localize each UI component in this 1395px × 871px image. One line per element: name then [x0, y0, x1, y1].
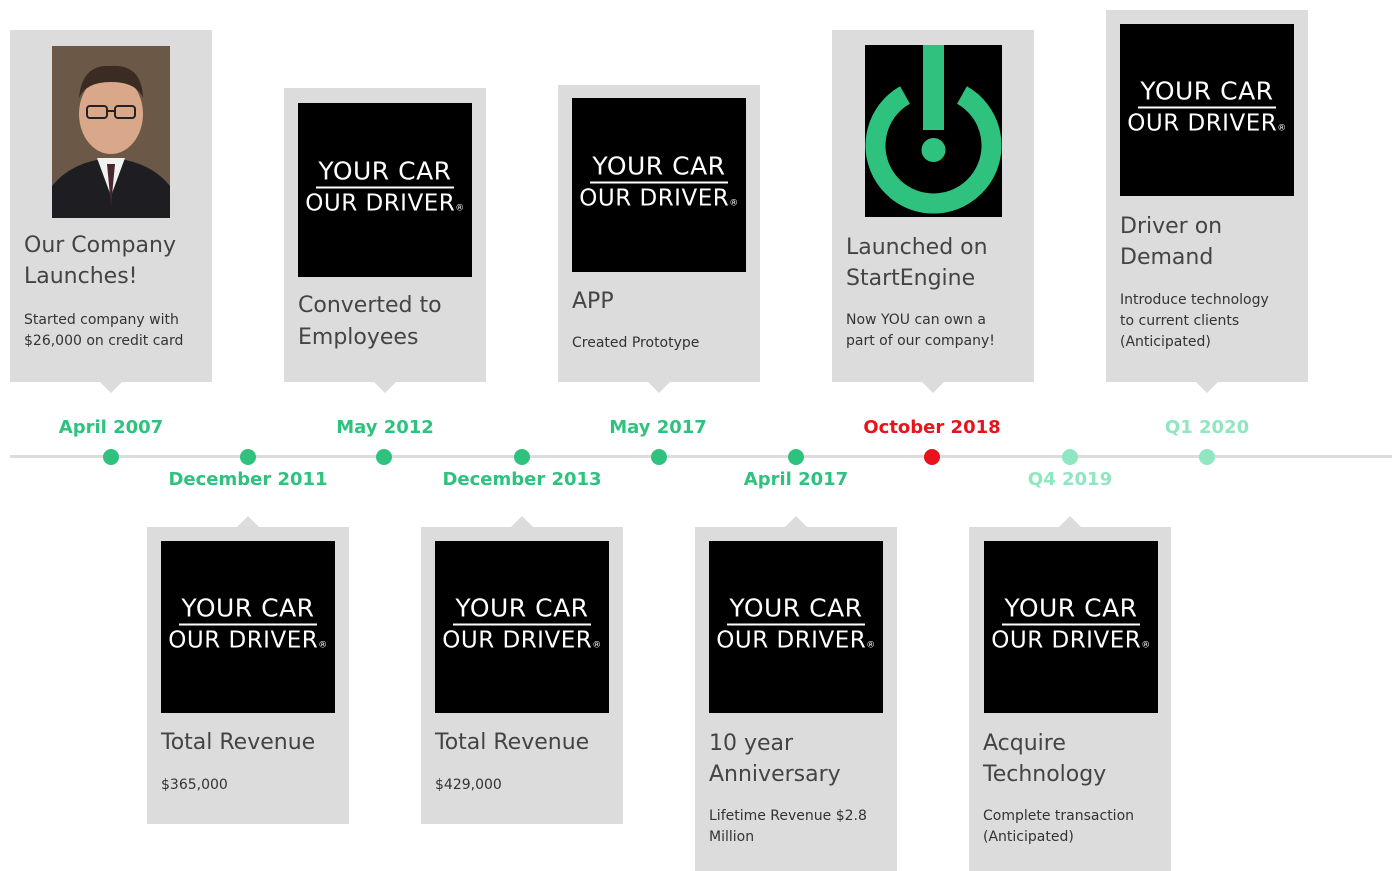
company-logo: YOUR CAR OUR DRIVER®: [572, 98, 746, 272]
event-title-line2: StartEngine: [846, 266, 976, 291]
date-label-december-2011: December 2011: [168, 469, 328, 490]
event-card-may-2012: YOUR CAR OUR DRIVER® Converted to Employe…: [284, 88, 486, 393]
event-card-april-2007: Our Company Launches! Started company wi…: [10, 30, 212, 393]
timeline-dot-december-2011: [240, 449, 256, 465]
founder-photo: [52, 46, 170, 218]
event-description-line2: $26,000 on credit card: [24, 333, 184, 349]
event-card-q1-2020: YOUR CAR OUR DRIVER® Driver on Demand Int…: [1106, 10, 1308, 393]
event-title: Total Revenue: [161, 730, 316, 755]
event-description-line2: (Anticipated): [983, 829, 1074, 845]
timeline-dot-october-2018: [924, 449, 940, 465]
event-description: Introduce technology: [1120, 292, 1269, 308]
event-description: $365,000: [161, 777, 228, 793]
event-title: Converted to: [298, 293, 442, 318]
date-label-may-2012: May 2012: [336, 417, 434, 438]
timeline-dot-december-2013: [514, 449, 530, 465]
startengine-power-icon: [865, 45, 1002, 214]
event-card-april-2017: YOUR CAR OUR DRIVER® 10 year Anniversary …: [695, 516, 897, 871]
event-title-line2: Launches!: [24, 264, 138, 289]
event-description: $429,000: [435, 777, 502, 793]
event-title-line2: Employees: [298, 325, 419, 350]
timeline-dot-q1-2020: [1199, 449, 1215, 465]
date-label-october-2018: October 2018: [863, 417, 1001, 438]
event-description: Complete transaction: [983, 808, 1135, 824]
startengine-logo: [865, 45, 1002, 217]
event-title: Launched on: [846, 235, 988, 260]
event-description-line3: (Anticipated): [1120, 334, 1211, 350]
date-label-december-2013: December 2013: [442, 469, 602, 490]
timeline-dot-q4-2019: [1062, 449, 1078, 465]
company-logo: YOUR CAR OUR DRIVER®: [298, 103, 472, 277]
event-description: Now YOU can own a: [846, 312, 986, 328]
timeline-dot-may-2012: [376, 449, 392, 465]
event-card-q4-2019: YOUR CAR OUR DRIVER® Acquire Technology C…: [969, 516, 1171, 871]
date-label-april-2007: April 2007: [58, 417, 164, 438]
event-description-line2: to current clients: [1120, 313, 1240, 329]
event-title: Our Company: [24, 233, 176, 258]
event-description: Created Prototype: [572, 335, 700, 351]
event-card-october-2018: Launched on StartEngine Now YOU can own …: [832, 30, 1034, 393]
event-title-line2: Demand: [1120, 245, 1214, 270]
event-title: Total Revenue: [435, 730, 590, 755]
timeline-axis: [10, 455, 1392, 458]
company-logo: YOUR CAR OUR DRIVER®: [1120, 24, 1294, 196]
date-label-q4-2019: Q4 2019: [1027, 469, 1113, 490]
company-logo: YOUR CAR OUR DRIVER®: [709, 541, 883, 713]
event-card-december-2013: YOUR CAR OUR DRIVER® Total Revenue $429,0…: [421, 516, 623, 824]
timeline-dot-april-2007: [103, 449, 119, 465]
company-logo: YOUR CAR OUR DRIVER®: [435, 541, 609, 713]
event-card-december-2011: YOUR CAR OUR DRIVER® Total Revenue $365,0…: [147, 516, 349, 824]
event-title: Acquire: [983, 731, 1066, 756]
event-title: APP: [572, 289, 614, 314]
company-logo: YOUR CAR OUR DRIVER®: [984, 541, 1158, 713]
founder-portrait-icon: [52, 46, 170, 218]
timeline-dot-may-2017: [651, 449, 667, 465]
event-title-line2: Technology: [983, 762, 1107, 787]
event-title: 10 year: [709, 731, 794, 756]
event-description: Started company with: [24, 312, 179, 328]
date-label-may-2017: May 2017: [609, 417, 707, 438]
timeline-dot-april-2017: [788, 449, 804, 465]
event-description-line2: Million: [709, 829, 755, 845]
event-title: Driver on: [1120, 214, 1223, 239]
event-title-line2: Anniversary: [709, 762, 841, 787]
event-description: Lifetime Revenue $2.8: [709, 808, 867, 824]
event-card-may-2017: YOUR CAR OUR DRIVER® APP Created Prototyp…: [558, 85, 760, 393]
company-logo: YOUR CAR OUR DRIVER®: [161, 541, 335, 713]
date-label-q1-2020: Q1 2020: [1164, 417, 1250, 438]
event-description-line2: part of our company!: [846, 333, 995, 349]
date-label-april-2017: April 2017: [743, 469, 849, 490]
